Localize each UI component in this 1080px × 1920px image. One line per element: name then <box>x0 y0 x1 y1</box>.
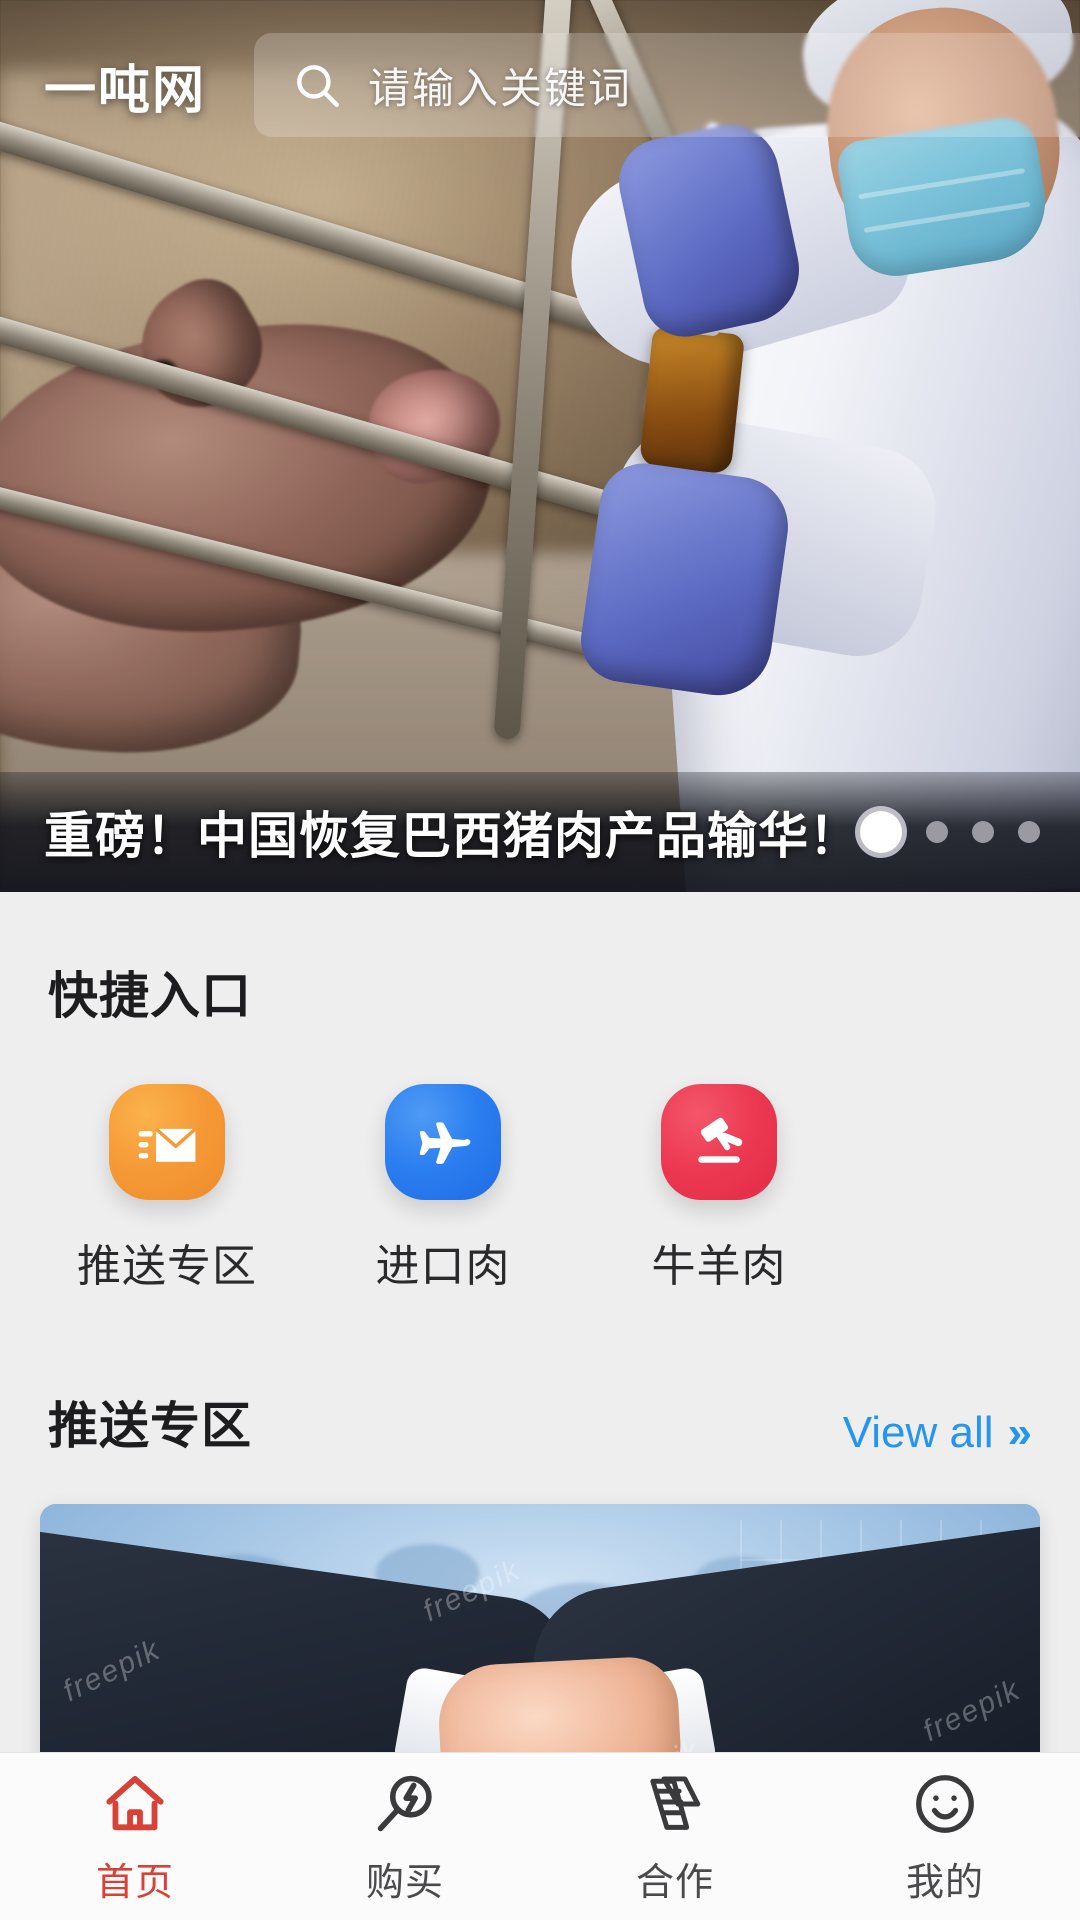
hero-banner[interactable]: 一吨网 请输入关键词 重磅！中国恢复巴西猪肉产品输华！ <box>0 0 1080 892</box>
hero-caption-bar: 重磅！中国恢复巴西猪肉产品输华！ <box>0 772 1080 892</box>
app-logo[interactable]: 一吨网 <box>44 48 206 123</box>
quick-entry-item-push[interactable]: 推送专区 <box>72 1084 262 1294</box>
airplane-icon <box>385 1084 501 1200</box>
nav-item-home[interactable]: 首页 <box>0 1753 270 1920</box>
view-all-link[interactable]: View all » <box>843 1408 1032 1458</box>
carousel-dot-3[interactable] <box>972 821 994 843</box>
smiley-face-icon <box>908 1767 982 1841</box>
nav-item-buy[interactable]: 购买 <box>270 1753 540 1920</box>
quick-entry-grid: 推送专区 进口肉 牛羊肉 <box>0 1028 1080 1294</box>
quick-entry-label: 牛羊肉 <box>651 1242 787 1291</box>
nav-label: 首页 <box>95 1862 174 1904</box>
gavel-icon <box>661 1084 777 1200</box>
app-root: 一吨网 请输入关键词 重磅！中国恢复巴西猪肉产品输华！ 快捷入口 推送专区 进口… <box>0 0 1080 1920</box>
top-bar: 一吨网 请输入关键词 <box>0 0 1080 170</box>
nav-item-cooperation[interactable]: 合作 <box>540 1753 810 1920</box>
carousel-dot-2[interactable] <box>926 821 948 843</box>
bottom-navigation: 首页 购买 合作 我的 <box>0 1752 1080 1920</box>
quick-entry-label: 进口肉 <box>375 1242 511 1291</box>
carousel-dot-4[interactable] <box>1018 821 1040 843</box>
nav-label: 我的 <box>905 1862 984 1904</box>
chevron-double-right-icon: » <box>1007 1408 1032 1457</box>
carousel-dots[interactable] <box>860 811 1048 853</box>
search-input[interactable]: 请输入关键词 <box>368 55 632 116</box>
quick-entry-label: 推送专区 <box>77 1242 257 1291</box>
handshake-ribbon-icon <box>638 1767 712 1841</box>
quick-entry-section: 快捷入口 推送专区 进口肉 牛羊肉 <box>0 892 1080 1294</box>
quick-entry-item-import[interactable]: 进口肉 <box>348 1084 538 1294</box>
quick-entry-item-beef-mutton[interactable]: 牛羊肉 <box>624 1084 814 1294</box>
mail-envelope-icon <box>109 1084 225 1200</box>
home-icon <box>98 1767 172 1841</box>
push-section-title: 推送专区 <box>48 1398 252 1454</box>
search-lightning-icon <box>368 1767 442 1841</box>
search-icon <box>292 60 342 110</box>
nav-label: 购买 <box>365 1862 444 1904</box>
view-all-label: View all <box>842 1408 994 1457</box>
hero-caption: 重磅！中国恢复巴西猪肉产品输华！ <box>44 808 860 864</box>
nav-label: 合作 <box>635 1862 714 1904</box>
nav-item-mine[interactable]: 我的 <box>810 1753 1080 1920</box>
search-bar[interactable]: 请输入关键词 <box>254 33 1080 137</box>
carousel-dot-1[interactable] <box>860 811 902 853</box>
quick-entry-title: 快捷入口 <box>48 968 252 1024</box>
